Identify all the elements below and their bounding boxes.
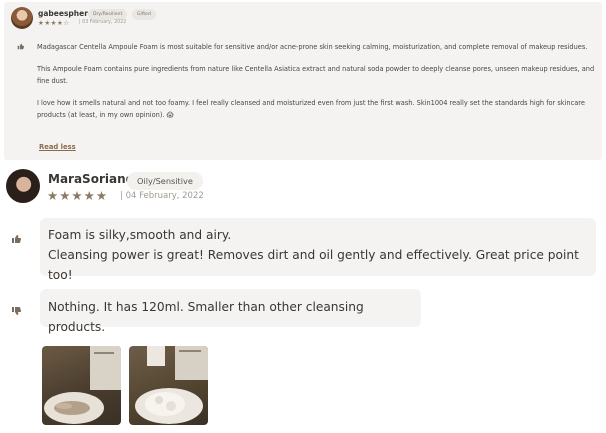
thumbs-up-icon — [11, 229, 22, 243]
reviewer-name[interactable]: MaraSoriano — [48, 172, 134, 186]
skin-type-badge: Dry/Resilient — [88, 9, 128, 20]
rating-stars: ★★★★★ — [47, 188, 109, 203]
pros-line: Cleansing power is great! Removes dirt a… — [48, 248, 579, 282]
skin-type-badge: Oily/Sensitive — [127, 172, 203, 190]
gifted-badge: Gifted — [132, 9, 156, 20]
pros-line: Foam is silky,smooth and airy. — [48, 228, 232, 242]
review-photo[interactable] — [42, 346, 121, 425]
review-date: | 03 February, 2022 — [79, 20, 127, 25]
avatar[interactable] — [11, 7, 33, 29]
reviewer-name[interactable]: gabeesphere — [38, 9, 93, 18]
cons-text: Nothing. It has 120ml. Smaller than othe… — [40, 289, 421, 334]
read-less-link[interactable]: Read less — [39, 143, 76, 151]
avatar[interactable] — [6, 169, 40, 203]
review-paragraph: I love how it smells natural and not too… — [37, 99, 585, 119]
review-card-gabeesphere: gabeesphere Dry/Resilient Gifted ★★★★☆ |… — [4, 2, 602, 160]
pros-text: Foam is silky,smooth and airy. Cleansing… — [40, 218, 596, 282]
review-paragraph: Madagascar Centella Ampoule Foam is most… — [37, 43, 588, 51]
review-paragraph: This Ampoule Foam contains pure ingredie… — [37, 65, 595, 85]
review-photo[interactable] — [129, 346, 208, 425]
thumbs-down-icon — [11, 301, 22, 315]
rating-stars: ★★★★☆ — [38, 19, 70, 27]
thumbs-up-icon — [17, 43, 25, 52]
review-date: | 04 February, 2022 — [120, 191, 204, 201]
review-text: Madagascar Centella Ampoule Foam is most… — [37, 41, 597, 129]
